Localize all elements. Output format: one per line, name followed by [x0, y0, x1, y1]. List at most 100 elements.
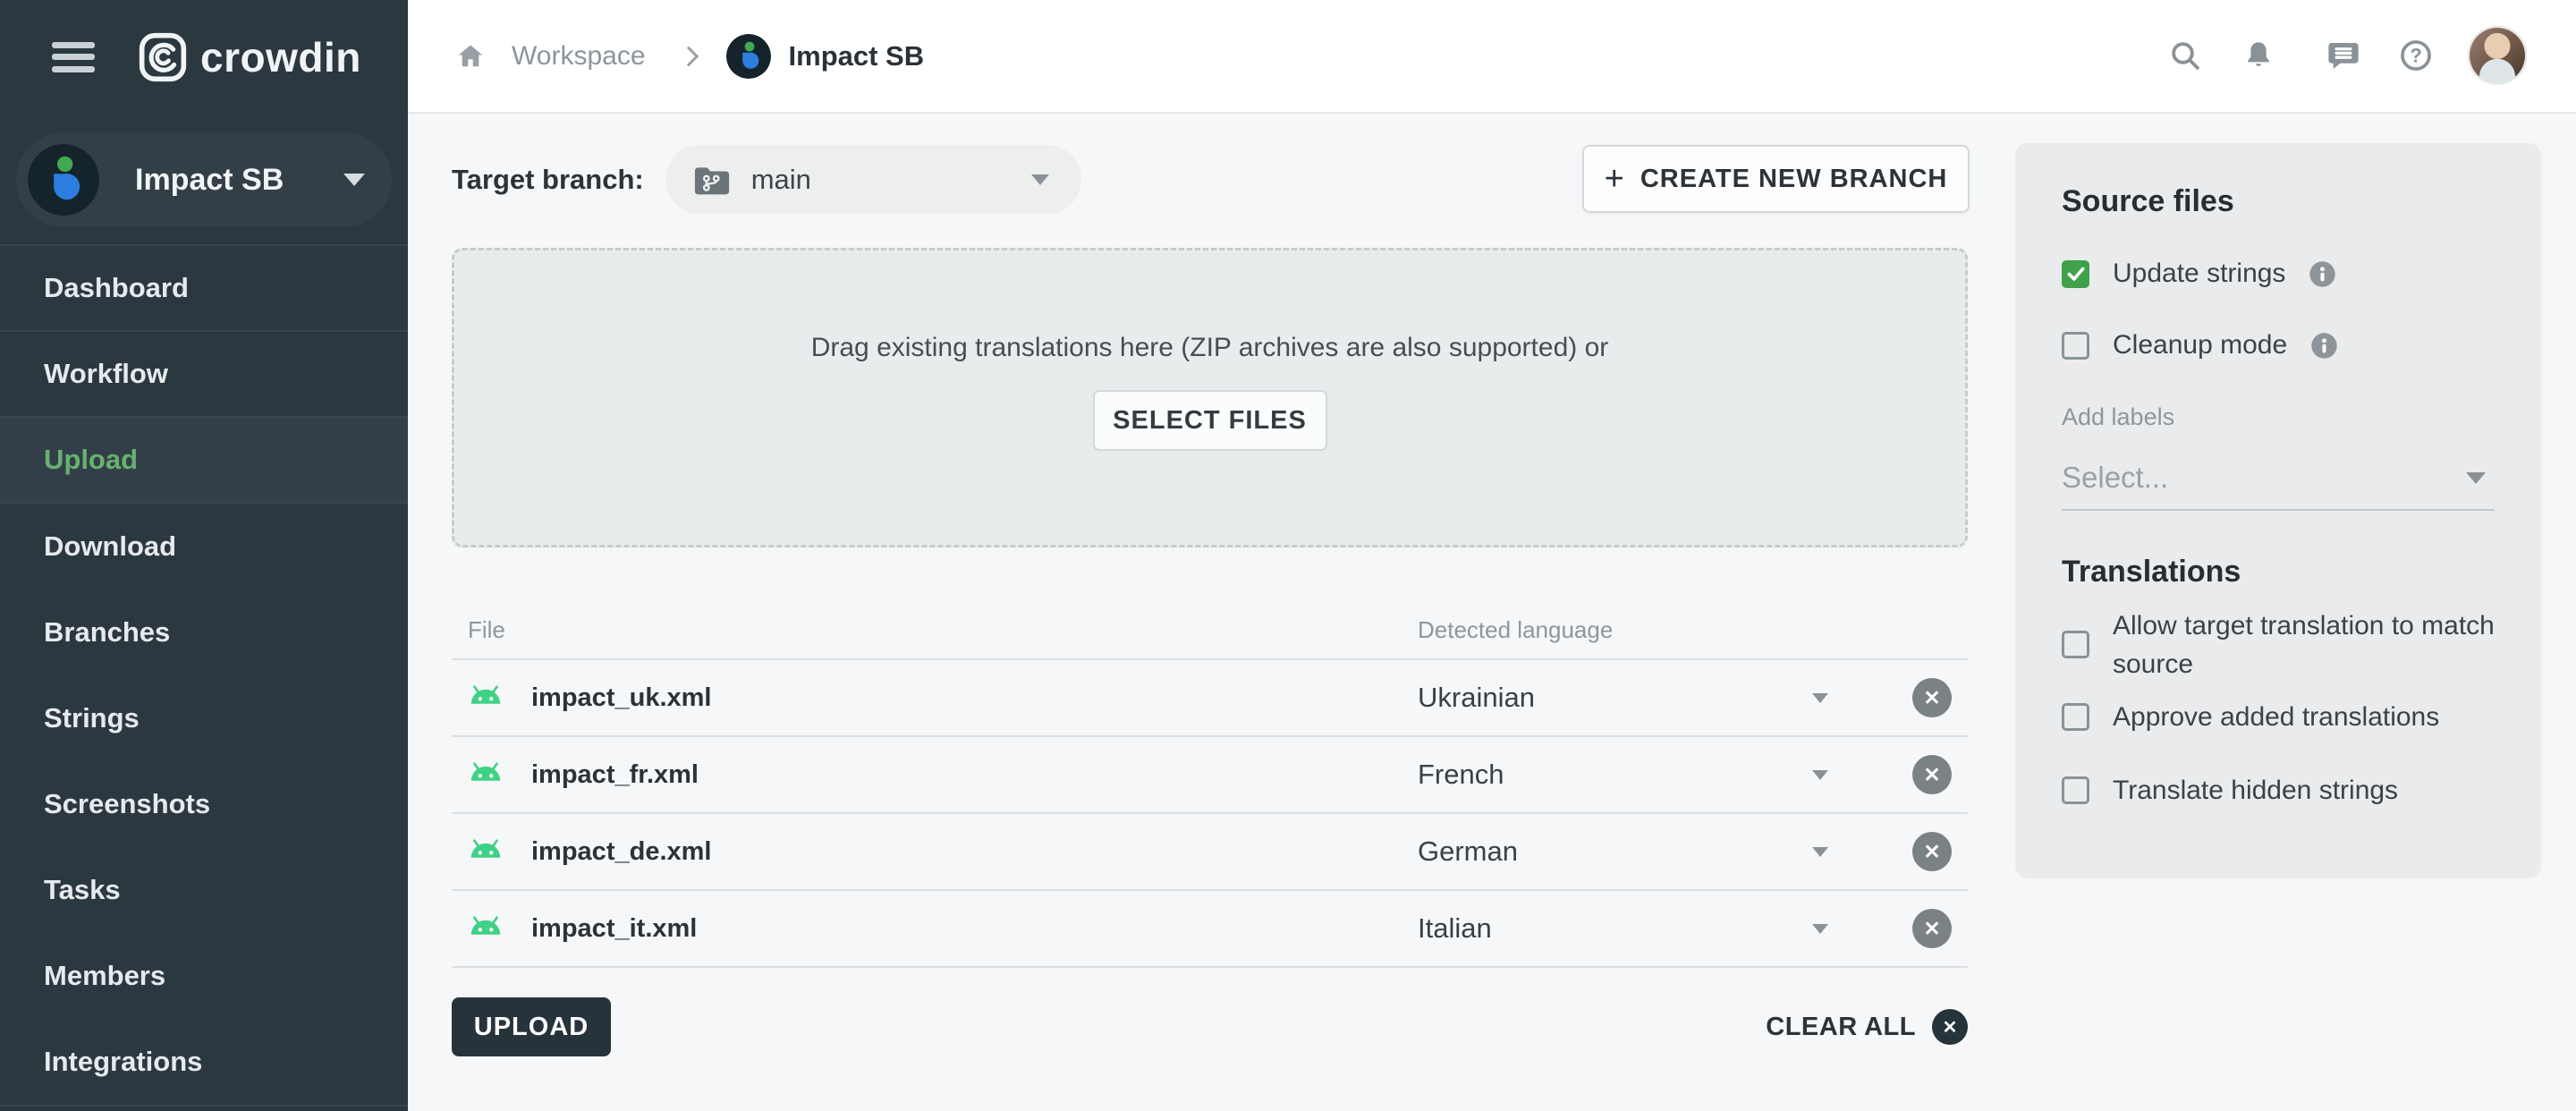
help-icon[interactable]: ? [2394, 34, 2437, 77]
table-row: impact_it.xml Italian ✕ [452, 891, 1968, 968]
column-file: File [468, 616, 505, 644]
sidebar-item-members[interactable]: Members [0, 933, 408, 1019]
branch-select-value: main [751, 164, 811, 196]
update-strings-checkbox[interactable] [2062, 260, 2089, 288]
table-row: impact_uk.xml Ukrainian ✕ [452, 660, 1968, 737]
branch-folder-icon [692, 162, 732, 198]
project-selector[interactable]: Impact SB [16, 132, 392, 227]
sidebar-item-workflow[interactable]: Workflow [0, 332, 408, 418]
topbar-actions: ? [2147, 0, 2576, 112]
notifications-bell-icon[interactable] [2237, 34, 2280, 77]
android-icon [465, 838, 506, 866]
crowdin-app: crowdin Impact SB Dashboard Workflow Upl… [0, 0, 2576, 1111]
file-name: impact_uk.xml [531, 683, 711, 713]
translate-hidden-checkbox[interactable] [2062, 776, 2089, 804]
sidebar-item-tasks[interactable]: Tasks [0, 847, 408, 933]
upload-page: Target branch: main + CREATE NEW BRANCH … [408, 114, 2576, 1111]
translations-title: Translations [2062, 555, 2241, 589]
menu-toggle-button[interactable] [52, 42, 95, 72]
approve-added-checkbox[interactable] [2062, 703, 2089, 731]
chevron-down-icon [1031, 174, 1049, 185]
clear-all-button[interactable]: CLEAR ALL ✕ [1766, 1005, 1968, 1049]
approve-added-option: Approve added translations [2062, 698, 2439, 736]
file-name: impact_de.xml [531, 837, 711, 867]
sidebar-item-upload[interactable]: Upload [0, 418, 408, 504]
select-files-button[interactable]: SELECT FILES [1093, 390, 1327, 451]
sidebar-item-branches[interactable]: Branches [0, 589, 408, 675]
detected-language-value: German [1418, 835, 1518, 868]
sidebar-item-screenshots[interactable]: Screenshots [0, 761, 408, 847]
target-branch-label: Target branch: [452, 164, 644, 196]
language-select[interactable] [1793, 825, 1847, 878]
breadcrumb: Workspace Impact SB [449, 0, 924, 112]
android-icon [465, 915, 506, 943]
allow-match-source-checkbox[interactable] [2062, 631, 2089, 658]
cleanup-mode-checkbox[interactable] [2062, 332, 2089, 360]
file-name: impact_it.xml [531, 914, 697, 944]
language-select[interactable] [1793, 902, 1847, 955]
detected-language-value: Italian [1418, 912, 1492, 945]
upload-button[interactable]: UPLOAD [452, 997, 611, 1056]
remove-file-button[interactable]: ✕ [1912, 755, 1952, 794]
labels-select-placeholder: Select... [2062, 461, 2168, 495]
sidebar-item-integrations[interactable]: Integrations [0, 1019, 408, 1105]
remove-file-button[interactable]: ✕ [1912, 909, 1952, 948]
uploaded-files-table: File Detected language impact_uk.xml Ukr… [452, 597, 1968, 968]
crowdin-logo[interactable]: crowdin [138, 32, 361, 82]
breadcrumb-project-avatar [726, 34, 771, 79]
breadcrumb-workspace[interactable]: Workspace [512, 41, 646, 72]
language-select[interactable] [1793, 748, 1847, 801]
search-icon[interactable] [2164, 34, 2207, 77]
sidebar: crowdin Impact SB Dashboard Workflow Upl… [0, 0, 408, 1111]
sidebar-divider [0, 1105, 408, 1107]
user-avatar[interactable] [2468, 26, 2527, 85]
create-new-branch-button[interactable]: + CREATE NEW BRANCH [1582, 145, 1970, 213]
labels-select[interactable]: Select... [2062, 446, 2495, 511]
plus-icon: + [1605, 162, 1624, 196]
sidebar-item-dashboard[interactable]: Dashboard [0, 246, 408, 332]
remove-file-button[interactable]: ✕ [1912, 678, 1952, 717]
sidebar-header: crowdin [0, 0, 408, 114]
translate-hidden-option: Translate hidden strings [2062, 771, 2398, 810]
android-icon [465, 684, 506, 712]
project-avatar [28, 144, 99, 216]
messages-chat-icon[interactable] [2322, 34, 2365, 77]
table-header: File Detected language [452, 597, 1968, 660]
file-name: impact_fr.xml [531, 760, 699, 790]
allow-match-source-label[interactable]: Allow target translation to match source [2113, 606, 2541, 683]
language-select[interactable] [1793, 671, 1847, 725]
cleanup-mode-label[interactable]: Cleanup mode [2113, 330, 2287, 360]
add-labels-label: Add labels [2062, 403, 2174, 431]
sidebar-item-strings[interactable]: Strings [0, 675, 408, 761]
detected-language-value: French [1418, 759, 1504, 791]
chevron-down-icon [2466, 472, 2486, 484]
breadcrumb-project[interactable]: Impact SB [789, 40, 925, 72]
info-icon[interactable] [2310, 332, 2338, 360]
sidebar-nav: Dashboard Workflow Upload Download Branc… [0, 246, 408, 1105]
translate-hidden-label[interactable]: Translate hidden strings [2113, 771, 2398, 810]
home-icon[interactable] [449, 35, 492, 78]
dropzone-hint: Drag existing translations here (ZIP arc… [811, 333, 1609, 363]
crowdin-logo-text: crowdin [200, 33, 361, 81]
file-dropzone[interactable]: Drag existing translations here (ZIP arc… [452, 248, 1968, 547]
topbar: Workspace Impact SB [408, 0, 2576, 114]
svg-text:?: ? [2410, 45, 2421, 67]
info-icon[interactable] [2309, 260, 2336, 288]
update-strings-label[interactable]: Update strings [2113, 259, 2285, 289]
chevron-down-icon [343, 174, 365, 186]
chevron-right-icon [678, 46, 699, 66]
clear-all-icon: ✕ [1932, 1009, 1968, 1045]
source-files-title: Source files [2062, 184, 2234, 219]
sidebar-item-download[interactable]: Download [0, 504, 408, 589]
allow-match-source-option: Allow target translation to match source [2062, 606, 2541, 683]
branch-toolbar: Target branch: main [452, 145, 1081, 214]
column-detected-language: Detected language [1418, 616, 1613, 644]
cleanup-mode-option: Cleanup mode [2062, 323, 2338, 368]
update-strings-option: Update strings [2062, 251, 2336, 296]
remove-file-button[interactable]: ✕ [1912, 832, 1952, 871]
branch-select[interactable]: main [665, 145, 1081, 214]
crowdin-logo-icon [138, 32, 188, 82]
project-selector-label: Impact SB [135, 163, 284, 198]
approve-added-label[interactable]: Approve added translations [2113, 698, 2439, 736]
detected-language-value: Ukrainian [1418, 682, 1535, 714]
